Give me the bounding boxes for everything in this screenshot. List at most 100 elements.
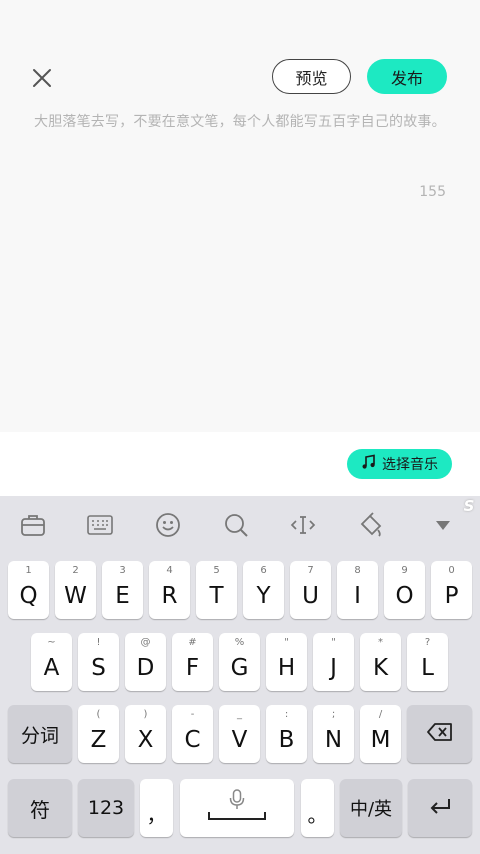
keyboard-icon[interactable] [86,512,114,538]
key-label: C [184,727,201,753]
key-f[interactable]: # F [172,633,213,691]
key-u[interactable]: 7U [290,561,331,619]
key-l[interactable]: ? L [407,633,448,691]
language-switch-key[interactable]: 中/英 [340,779,402,837]
key-hint: " [284,637,289,648]
period-label: 。 [307,802,328,827]
key-hint: 8 [354,565,361,576]
cursor-icon[interactable] [289,512,317,538]
key-label: S [91,655,106,681]
key-w[interactable]: 2W [55,561,96,619]
key-hint: / [378,709,383,720]
backspace-icon [426,722,454,746]
key-label: N [324,727,343,753]
fenci-label: 分词 [20,724,59,747]
symbol-key[interactable]: 符 [8,779,72,837]
sogou-logo: S [463,497,475,515]
collapse-icon[interactable] [429,512,457,538]
key-hint: 9 [401,565,408,576]
key-v[interactable]: _ V [219,705,260,763]
space-bar-icon [208,805,266,824]
enter-key[interactable] [408,779,472,837]
key-label: E [115,583,130,609]
select-music-button[interactable]: 选择音乐 [347,449,452,479]
key-hint: 2 [72,565,79,576]
key-label: L [421,655,434,681]
key-label: V [231,727,248,753]
key-g[interactable]: % G [219,633,260,691]
comma-label: ， [146,802,167,827]
key-label: X [137,727,154,753]
key-z[interactable]: (Z [78,705,119,763]
toolbox-icon[interactable] [19,512,47,538]
key-hint: ! [96,637,101,648]
space-key[interactable] [180,779,294,837]
publish-button[interactable]: 发布 [367,59,447,94]
key-hint: : [284,709,289,720]
key-b[interactable]: :B [266,705,307,763]
key-label: O [395,583,414,609]
key-label: M [370,727,391,753]
key-label: F [185,655,200,681]
key-j[interactable]: " J [313,633,354,691]
key-label: U [302,583,319,609]
fenci-key[interactable]: 分词 [8,705,72,763]
key-label: R [161,583,178,609]
key-hint: % [234,637,245,648]
key-h[interactable]: " H [266,633,307,691]
key-i[interactable]: 8I [337,561,378,619]
key-y[interactable]: 6Y [243,561,284,619]
symbol-label: 符 [30,797,50,822]
key-m[interactable]: / M [360,705,401,763]
period-key[interactable]: 。 [301,779,334,837]
key-label: B [278,727,295,753]
key-hint: 3 [119,565,126,576]
enter-icon [428,797,452,819]
music-note-icon [361,454,377,474]
number-label: 123 [87,797,125,819]
key-hint: * [378,637,383,648]
key-q[interactable]: 1Q [8,561,49,619]
key-c[interactable]: -C [172,705,213,763]
editor-area[interactable]: 预览 发布 大胆落笔去写，不要在意文笔，每个人都能写五百字自己的故事。 155 [0,0,480,432]
key-label: P [444,583,459,609]
key-hint: ( [96,709,101,720]
key-e[interactable]: 3E [102,561,143,619]
key-label: K [372,655,389,681]
preview-button[interactable]: 预览 [272,59,351,94]
key-label: D [136,655,155,681]
key-hint: ; [331,709,336,720]
backspace-key[interactable] [407,705,472,763]
key-hint: 6 [260,565,267,576]
key-n[interactable]: ; N [313,705,354,763]
language-switch-label: 中/英 [349,799,393,820]
text-input-placeholder[interactable]: 大胆落笔去写，不要在意文笔，每个人都能写五百字自己的故事。 [34,111,464,131]
number-key[interactable]: 123 [78,779,134,837]
key-hint: " [331,637,336,648]
key-hint: ~ [47,637,56,648]
key-s[interactable]: ! S [78,633,119,691]
key-hint: - [190,709,195,720]
key-t[interactable]: 5T [196,561,237,619]
emoji-icon[interactable] [154,512,182,538]
keyboard-toolbar: S [0,496,480,552]
key-p[interactable]: 0P [431,561,472,619]
skin-icon[interactable] [357,512,385,538]
key-hint: 1 [25,565,32,576]
key-x[interactable]: ) X [125,705,166,763]
key-hint: ) [143,709,148,720]
comma-key[interactable]: ， [140,779,173,837]
search-icon[interactable] [222,512,250,538]
select-music-label: 选择音乐 [382,457,438,473]
key-o[interactable]: 9O [384,561,425,619]
key-a[interactable]: ~ A [31,633,72,691]
key-r[interactable]: 4R [149,561,190,619]
close-icon[interactable] [30,66,54,90]
key-label: T [209,583,224,609]
key-label: I [354,583,361,609]
key-hint: # [188,637,197,648]
key-hint: 0 [448,565,455,576]
key-d[interactable]: @ D [125,633,166,691]
key-k[interactable]: * K [360,633,401,691]
key-label: A [43,655,60,681]
